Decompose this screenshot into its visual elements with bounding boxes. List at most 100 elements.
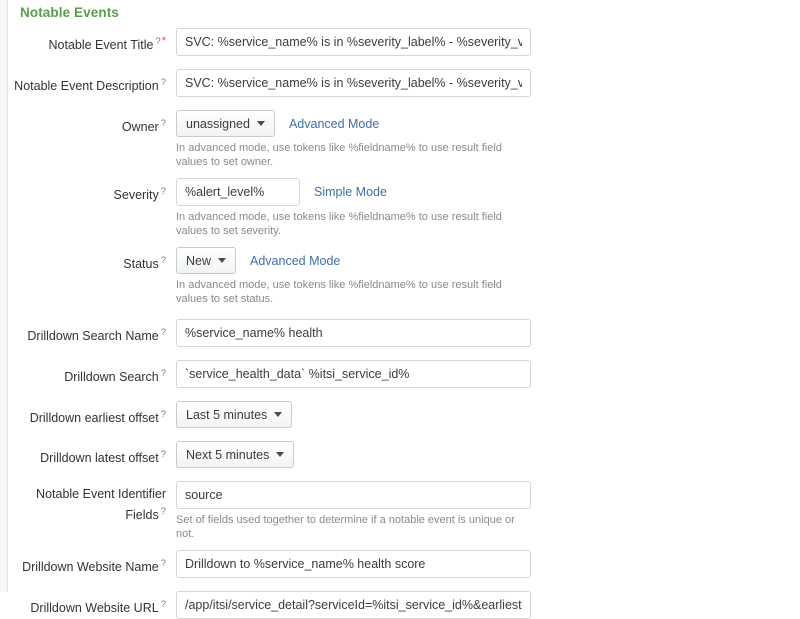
drilldown-website-url-input[interactable] (176, 591, 531, 619)
field-row-drilldown-latest-offset: Drilldown latest offset? Next 5 minutes (8, 441, 800, 468)
label-text: Owner (122, 120, 159, 134)
label-text: Drilldown latest offset (40, 451, 159, 465)
label-status: Status? (8, 247, 166, 273)
control-line (176, 550, 800, 578)
notable-events-form-panel: Notable Events Notable Event Title?* Not… (8, 0, 800, 592)
label-drilldown-website-url: Drilldown Website URL? (8, 591, 166, 617)
control-line (176, 69, 800, 97)
control-line (176, 319, 800, 347)
control-line: New Advanced Mode (176, 247, 800, 274)
label-notable-event-title: Notable Event Title?* (8, 28, 166, 54)
row-spacer (8, 347, 800, 360)
label-text: Drilldown Search Name (27, 329, 158, 343)
label-text: Drilldown Website Name (22, 560, 159, 574)
drilldown-earliest-offset-dropdown[interactable]: Last 5 minutes (176, 401, 292, 428)
field-row-drilldown-search: Drilldown Search? (8, 360, 800, 388)
label-drilldown-search: Drilldown Search? (8, 360, 166, 386)
field-row-drilldown-website-url: Drilldown Website URL? (8, 591, 800, 619)
notable-event-description-input[interactable] (176, 69, 531, 97)
field-row-drilldown-website-name: Drilldown Website Name? (8, 550, 800, 578)
label-text: Drilldown Website URL (30, 601, 158, 615)
field-row-drilldown-search-name: Drilldown Search Name? (8, 319, 800, 347)
owner-help-text: In advanced mode, use tokens like %field… (176, 141, 532, 169)
status-help-text: In advanced mode, use tokens like %field… (176, 278, 532, 306)
label-text: Notable Event Description (14, 79, 159, 93)
control-drilldown-earliest-offset: Last 5 minutes (166, 401, 800, 428)
label-text: Notable Event Title (49, 38, 154, 52)
control-line (176, 591, 800, 619)
chevron-down-icon (274, 412, 282, 417)
chevron-down-icon (218, 258, 226, 263)
label-text: Status (123, 257, 158, 271)
label-text: Drilldown earliest offset (30, 411, 159, 425)
notable-event-identifier-fields-input[interactable] (176, 481, 531, 509)
label-drilldown-latest-offset: Drilldown latest offset? (8, 441, 166, 467)
control-drilldown-search-name (166, 319, 800, 347)
status-dropdown-value: New (186, 254, 211, 268)
control-line: Simple Mode (176, 178, 800, 206)
control-drilldown-search (166, 360, 800, 388)
control-notable-event-description (166, 69, 800, 97)
label-text: Notable Event Identifier Fields (36, 487, 166, 522)
control-line: Next 5 minutes (176, 441, 800, 468)
control-notable-event-identifier-fields: Set of fields used together to determine… (166, 481, 800, 541)
control-owner: unassigned Advanced Mode In advanced mod… (166, 110, 800, 169)
control-drilldown-website-name (166, 550, 800, 578)
row-spacer (8, 578, 800, 591)
left-edge-rail (0, 0, 8, 592)
field-row-notable-event-identifier-fields: Notable Event Identifier Fields? Set of … (8, 481, 800, 541)
label-text: Drilldown Search (64, 370, 158, 384)
help-icon[interactable]: ? (155, 36, 160, 47)
label-notable-event-identifier-fields: Notable Event Identifier Fields? (8, 481, 166, 524)
row-spacer (8, 541, 800, 550)
row-spacer (8, 238, 800, 247)
row-spacer (8, 468, 800, 481)
drilldown-latest-offset-dropdown[interactable]: Next 5 minutes (176, 441, 294, 468)
chevron-down-icon (257, 121, 265, 126)
row-spacer (8, 97, 800, 110)
field-row-drilldown-earliest-offset: Drilldown earliest offset? Last 5 minute… (8, 401, 800, 428)
drilldown-search-name-input[interactable] (176, 319, 531, 347)
control-notable-event-title (166, 28, 800, 56)
notable-event-title-input[interactable] (176, 28, 531, 56)
drilldown-search-input[interactable] (176, 360, 531, 388)
owner-mode-toggle-link[interactable]: Advanced Mode (289, 117, 379, 131)
drilldown-earliest-offset-value: Last 5 minutes (186, 408, 267, 422)
control-line: unassigned Advanced Mode (176, 110, 800, 137)
drilldown-website-name-input[interactable] (176, 550, 531, 578)
owner-dropdown[interactable]: unassigned (176, 110, 275, 137)
status-mode-toggle-link[interactable]: Advanced Mode (250, 254, 340, 268)
label-owner: Owner? (8, 110, 166, 136)
chevron-down-icon (276, 452, 284, 457)
label-text: Severity (114, 188, 159, 202)
severity-input[interactable] (176, 178, 300, 206)
control-drilldown-website-url (166, 591, 800, 619)
field-row-status: Status? New Advanced Mode In advanced mo… (8, 247, 800, 306)
label-drilldown-website-name: Drilldown Website Name? (8, 550, 166, 576)
label-drilldown-earliest-offset: Drilldown earliest offset? (8, 401, 166, 427)
label-drilldown-search-name: Drilldown Search Name? (8, 319, 166, 345)
control-drilldown-latest-offset: Next 5 minutes (166, 441, 800, 468)
field-row-notable-event-title: Notable Event Title?* (8, 28, 800, 56)
control-line: Last 5 minutes (176, 401, 800, 428)
label-notable-event-description: Notable Event Description? (8, 69, 166, 95)
section-title-notable-events: Notable Events (20, 5, 119, 20)
row-spacer (8, 56, 800, 69)
field-row-owner: Owner? unassigned Advanced Mode In advan… (8, 110, 800, 169)
row-spacer (8, 169, 800, 178)
field-row-notable-event-description: Notable Event Description? (8, 69, 800, 97)
drilldown-latest-offset-value: Next 5 minutes (186, 448, 269, 462)
row-spacer (8, 306, 800, 319)
row-spacer (8, 388, 800, 401)
owner-dropdown-value: unassigned (186, 117, 250, 131)
status-dropdown[interactable]: New (176, 247, 236, 274)
control-line (176, 360, 800, 388)
severity-mode-toggle-link[interactable]: Simple Mode (314, 185, 387, 199)
control-line (176, 481, 800, 509)
control-line (176, 28, 800, 56)
control-severity: Simple Mode In advanced mode, use tokens… (166, 178, 800, 238)
notable-event-identifier-fields-help-text: Set of fields used together to determine… (176, 513, 532, 541)
label-severity: Severity? (8, 178, 166, 204)
severity-help-text: In advanced mode, use tokens like %field… (176, 210, 532, 238)
notable-events-form: Notable Event Title?* Notable Event Desc… (8, 28, 800, 619)
